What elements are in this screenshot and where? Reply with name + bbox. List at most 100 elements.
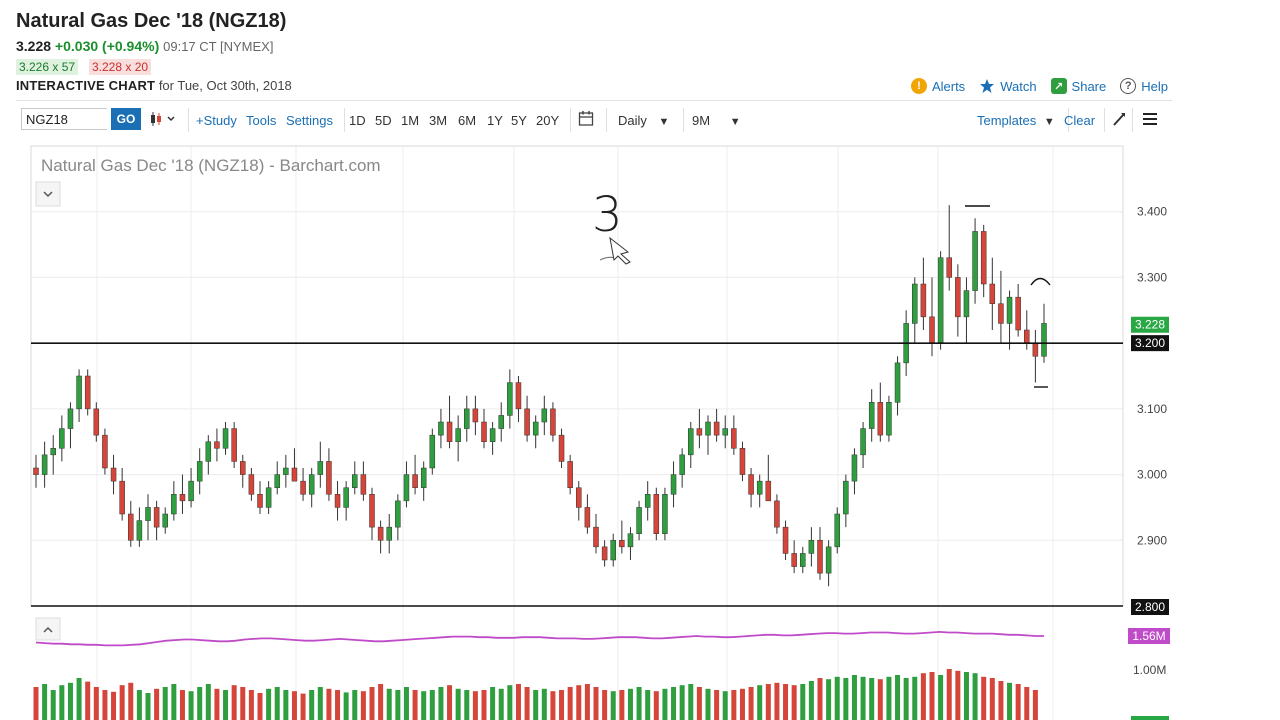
candle [50,435,56,475]
volume-bar [85,681,91,720]
volume-bar [869,678,875,720]
candle-body [67,408,74,429]
candle-body [317,461,324,475]
volume-bar [714,690,720,720]
volume-bar [33,687,39,720]
candle [817,527,823,580]
candle-body [515,382,522,410]
expand-panel-button[interactable] [35,617,61,641]
candle-body [153,507,160,528]
candle-body [274,474,280,488]
volume-bar [1007,682,1013,720]
candle-body [84,375,91,410]
candle [369,487,375,541]
annotation-arc [1030,277,1051,286]
candle-body [334,494,341,508]
candle [541,395,548,436]
volume-bar [946,669,952,720]
volume-bar [76,678,82,720]
candle [403,461,410,508]
candle [912,277,918,344]
volume-bar [257,693,263,720]
volume-bar [559,690,565,720]
candle [558,428,565,468]
candle-body [41,454,48,475]
candle [196,448,203,495]
candle [343,481,349,521]
candle-body [800,553,806,567]
volume-bar [739,688,745,720]
candle-body [119,480,125,515]
volume-bar [162,687,168,720]
candle-body [222,428,229,449]
volume-bar [877,679,883,720]
volume-bar [1024,687,1030,720]
volume-bar [817,678,823,720]
candle-body [868,402,875,429]
price-chart[interactable]: Natural Gas Dec '18 (NGZ18) - Barchart.c… [0,0,1280,720]
candle [41,441,48,488]
volume-bar [231,685,237,720]
volume-bar [67,682,73,720]
volume-bar [352,690,358,720]
volume-bar [335,690,341,720]
candle-body [343,487,349,508]
volume-bar [860,676,866,720]
volume-bar [171,684,177,720]
candle [248,468,255,501]
candle-body [412,474,418,488]
candle-body [963,290,970,318]
candle-body [937,257,944,344]
volume-bar [205,684,211,720]
volume-bar [533,690,539,720]
candle [283,454,289,488]
volume-bar [765,684,771,720]
candle-body [541,408,548,423]
volume-bar [567,687,573,720]
volume-bar [59,685,65,720]
collapse-panel-button[interactable] [35,181,61,207]
volume-bar [490,687,496,720]
candle-body [265,487,272,508]
candle-body [386,526,392,541]
volume-bar [627,688,633,720]
candle [834,507,840,554]
volume-bar [274,687,280,720]
volume-bar [653,691,659,720]
last-price-badge: 3.228 [1131,316,1169,333]
candle-body [696,428,703,436]
candle-body [670,474,677,495]
volume-bar [584,684,590,720]
volume-bar [438,687,444,720]
candle [84,369,91,416]
candle [472,395,479,436]
candle [33,454,39,488]
candle-body [110,467,117,482]
volume-bar [610,691,616,720]
candle-body [584,507,591,528]
candle [524,395,530,442]
volume-bar [688,684,694,720]
candle [894,356,901,416]
candle-body [369,494,375,528]
volume-bar [602,690,608,720]
volume-bar [498,688,504,720]
candle [989,257,996,330]
candle-body [1006,296,1013,324]
candle [265,481,272,514]
volume-bar [696,687,702,720]
candle [179,474,186,514]
candle [231,422,237,468]
volume-bar [421,691,427,720]
candle [326,448,332,501]
candle [1041,303,1047,363]
candle [963,277,970,344]
volume-bar [645,690,651,720]
candle-body [576,487,582,508]
candle-body [102,434,108,469]
candle-body [136,520,143,541]
candle-body [825,546,832,574]
candle [128,500,134,547]
candle-body [731,428,737,449]
candle [636,500,642,541]
